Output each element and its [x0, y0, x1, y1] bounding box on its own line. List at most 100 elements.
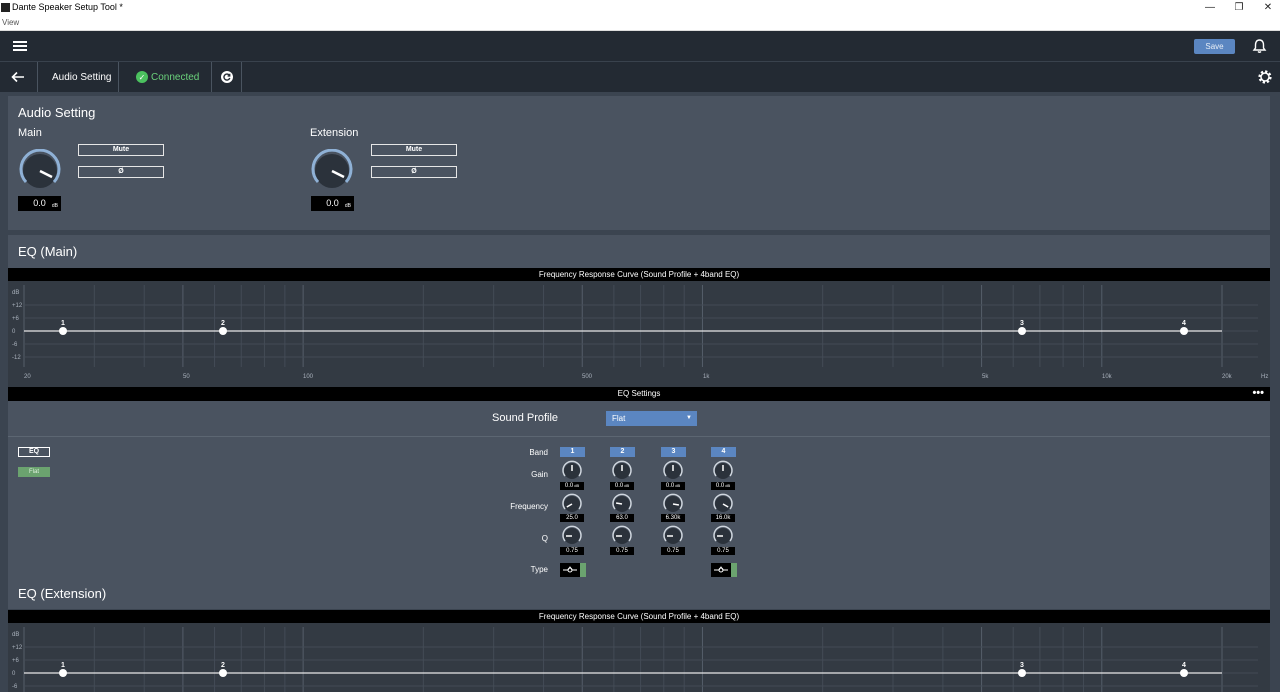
- gain-number: 0.0: [564, 483, 574, 489]
- restore-button[interactable]: ❐: [1225, 0, 1253, 15]
- flat-button[interactable]: Flat: [18, 467, 50, 477]
- eq-band-point-label: 1: [61, 320, 65, 327]
- sound-profile-select[interactable]: Flat ▼: [606, 411, 697, 426]
- extension-phase-button[interactable]: Ø: [371, 166, 457, 178]
- filter-type-spinner[interactable]: [580, 563, 586, 577]
- eq-band-point: [1018, 327, 1026, 335]
- gain-value[interactable]: 0.0dB: [661, 482, 685, 490]
- audio-setting-title: Audio Setting: [18, 105, 96, 120]
- q-knob[interactable]: [611, 525, 633, 545]
- frequency-value[interactable]: 6.30k: [661, 514, 685, 522]
- frequency-value[interactable]: 25.0: [560, 514, 584, 522]
- extension-volume-knob[interactable]: [309, 149, 355, 191]
- back-arrow-icon[interactable]: [10, 69, 26, 85]
- page-title: Audio Setting: [52, 72, 112, 83]
- q-value[interactable]: 0.75: [711, 547, 735, 555]
- frequency-knob[interactable]: [662, 493, 684, 513]
- band-number-button[interactable]: 1: [560, 447, 585, 457]
- check-circle-icon: ✓: [136, 71, 148, 83]
- q-value[interactable]: 0.75: [661, 547, 685, 555]
- main-label: Main: [18, 127, 42, 139]
- q-knob[interactable]: [712, 525, 734, 545]
- extension-mute-button[interactable]: Mute: [371, 144, 457, 156]
- refresh-icon[interactable]: [220, 70, 234, 84]
- eq-band-point: [219, 669, 227, 677]
- eq-band-point: [1180, 327, 1188, 335]
- hamburger-menu-icon[interactable]: [13, 41, 27, 51]
- x-tick-label: 50: [183, 374, 190, 380]
- main-volume-knob[interactable]: [17, 149, 63, 191]
- gear-icon[interactable]: [1257, 69, 1273, 85]
- eq-band-point: [59, 327, 67, 335]
- eq-band-point-label: 2: [221, 662, 225, 669]
- bell-icon[interactable]: [1252, 38, 1267, 54]
- frequency-value[interactable]: 16.0k: [711, 514, 735, 522]
- connection-status-label: Connected: [151, 71, 200, 83]
- y-tick-label: -6: [12, 684, 18, 690]
- save-button[interactable]: Save: [1194, 39, 1235, 54]
- gain-number: 0.0: [665, 483, 675, 489]
- eq-band-point-label: 3: [1020, 662, 1024, 669]
- gain-value[interactable]: 0.0dB: [610, 482, 634, 490]
- band-number-button[interactable]: 3: [661, 447, 686, 457]
- q-row-label: Q: [541, 534, 548, 543]
- x-tick-label: 5k: [982, 374, 989, 380]
- extension-volume-value[interactable]: 0.0 dB: [311, 196, 354, 211]
- divider: [8, 436, 1270, 437]
- window-title: Dante Speaker Setup Tool *: [12, 2, 123, 12]
- eq-main-graph[interactable]: dB +12 +6 0 -6 -12 1 2 3 4 20 50 100 500 1k 5k 10k 20k Hz: [8, 281, 1270, 387]
- sub-header: Audio Setting ✓ Connected: [0, 61, 1280, 92]
- eq-settings-area: Sound Profile Flat ▼ EQ Flat Band Gain F…: [8, 401, 1270, 581]
- main-mute-button[interactable]: Mute: [78, 144, 164, 156]
- minimize-button[interactable]: —: [1196, 0, 1224, 15]
- q-knob[interactable]: [561, 525, 583, 545]
- eq-extension-curve-svg[interactable]: dB +12 +6 0 -6 1 2 3 4: [8, 623, 1270, 692]
- q-value[interactable]: 0.75: [610, 547, 634, 555]
- frequency-knob[interactable]: [561, 493, 583, 513]
- gain-knob[interactable]: [712, 460, 734, 480]
- close-button[interactable]: ✕: [1254, 0, 1280, 15]
- gain-unit: dB: [574, 483, 580, 488]
- eq-settings-title: EQ Settings: [617, 389, 661, 398]
- eq-extension-graph[interactable]: dB +12 +6 0 -6 1 2 3 4: [8, 623, 1270, 692]
- audio-setting-panel: Audio Setting Main 0.0 dB Mute Ø Extensi…: [8, 96, 1270, 230]
- type-row-label: Type: [530, 565, 548, 574]
- gain-knob[interactable]: [611, 460, 633, 480]
- gain-value[interactable]: 0.0dB: [711, 482, 735, 490]
- main-volume-number: 0.0: [33, 198, 46, 208]
- eq-settings-bar: EQ Settings •••: [8, 387, 1270, 401]
- y-tick-label: +6: [12, 316, 20, 322]
- knob-pointer: [672, 503, 680, 506]
- gain-knob[interactable]: [662, 460, 684, 480]
- menu-view[interactable]: View: [2, 18, 19, 27]
- frequency-value[interactable]: 63.0: [610, 514, 634, 522]
- q-value[interactable]: 0.75: [560, 547, 584, 555]
- y-tick-label: 0: [12, 329, 16, 335]
- more-options-icon[interactable]: •••: [1252, 386, 1264, 400]
- gain-row-label: Gain: [531, 470, 548, 479]
- eq-main-curve-svg[interactable]: dB +12 +6 0 -6 -12 1 2 3 4 20 50 100 500 1k 5k 10k 20k Hz: [8, 281, 1270, 387]
- eq-toggle-button[interactable]: EQ: [18, 447, 50, 457]
- gain-value[interactable]: 0.0dB: [560, 482, 584, 490]
- eq-extension-header: EQ (Extension): [8, 581, 1270, 609]
- gain-unit: dB: [675, 483, 681, 488]
- y-tick-label: +6: [12, 658, 20, 664]
- gain-knob[interactable]: [561, 460, 583, 480]
- x-tick-label: Hz: [1261, 374, 1268, 380]
- main-phase-button[interactable]: Ø: [78, 166, 164, 178]
- frequency-knob[interactable]: [611, 493, 633, 513]
- filter-type-spinner[interactable]: [731, 563, 737, 577]
- q-knob[interactable]: [662, 525, 684, 545]
- band-number-button[interactable]: 2: [610, 447, 635, 457]
- x-tick-label: 1k: [703, 374, 710, 380]
- frequency-row-label: Frequency: [510, 502, 548, 511]
- sound-profile-label: Sound Profile: [492, 412, 559, 424]
- x-tick-label: 20k: [1222, 374, 1233, 380]
- frequency-knob[interactable]: [712, 493, 734, 513]
- filter-type-select[interactable]: [560, 563, 580, 577]
- eq-band-point: [1018, 669, 1026, 677]
- band-number-button[interactable]: 4: [711, 447, 736, 457]
- filter-type-select[interactable]: [711, 563, 731, 577]
- eq-band-point: [1180, 669, 1188, 677]
- main-volume-value[interactable]: 0.0 dB: [18, 196, 61, 211]
